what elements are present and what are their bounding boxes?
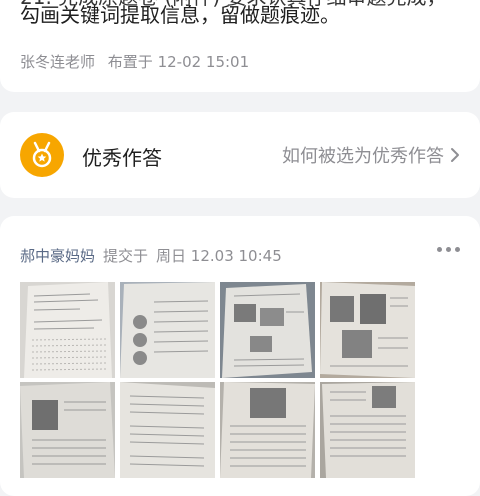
- assignment-card: 21. 完成原题卷 (附件) 要求认真仔细审题完成， 勾画关键词提取信息，留做题…: [0, 0, 480, 92]
- submission-photo[interactable]: [20, 382, 115, 478]
- submission-photo[interactable]: [120, 382, 215, 478]
- submission-photo[interactable]: [220, 282, 315, 378]
- medal-icon: [20, 133, 64, 177]
- how-to-be-selected-label: 如何被选为优秀作答: [282, 146, 444, 167]
- submission-photo[interactable]: [120, 282, 215, 378]
- submission-photo[interactable]: [320, 382, 415, 478]
- submitter-name: 郝中豪妈妈: [20, 247, 96, 265]
- submitted-time: 周日 12.03 10:45: [156, 247, 282, 265]
- submitted-label: 提交于: [103, 247, 149, 265]
- excellent-answer-card[interactable]: 优秀作答 如何被选为优秀作答: [0, 112, 480, 198]
- assignment-meta: 张冬连老师 布置于 12-02 15:01: [20, 51, 249, 72]
- submission-photo[interactable]: [20, 282, 115, 378]
- submission-header: 郝中豪妈妈 提交于 周日 12.03 10:45: [20, 245, 282, 266]
- submission-card: 郝中豪妈妈 提交于 周日 12.03 10:45: [0, 216, 480, 496]
- submission-photo[interactable]: [220, 382, 315, 478]
- assignment-description-line-2: 勾画关键词提取信息，留做题痕迹。: [20, 3, 340, 27]
- excellent-answer-title: 优秀作答: [82, 146, 162, 170]
- submission-photo-grid: [20, 282, 460, 478]
- assigned-time: 布置于 12-02 15:01: [107, 53, 250, 71]
- chevron-right-icon: [451, 148, 459, 162]
- how-to-be-selected-link[interactable]: 如何被选为优秀作答: [282, 142, 460, 168]
- submission-photo[interactable]: [320, 282, 415, 378]
- more-icon[interactable]: [437, 247, 460, 252]
- teacher-name: 张冬连老师: [20, 53, 96, 71]
